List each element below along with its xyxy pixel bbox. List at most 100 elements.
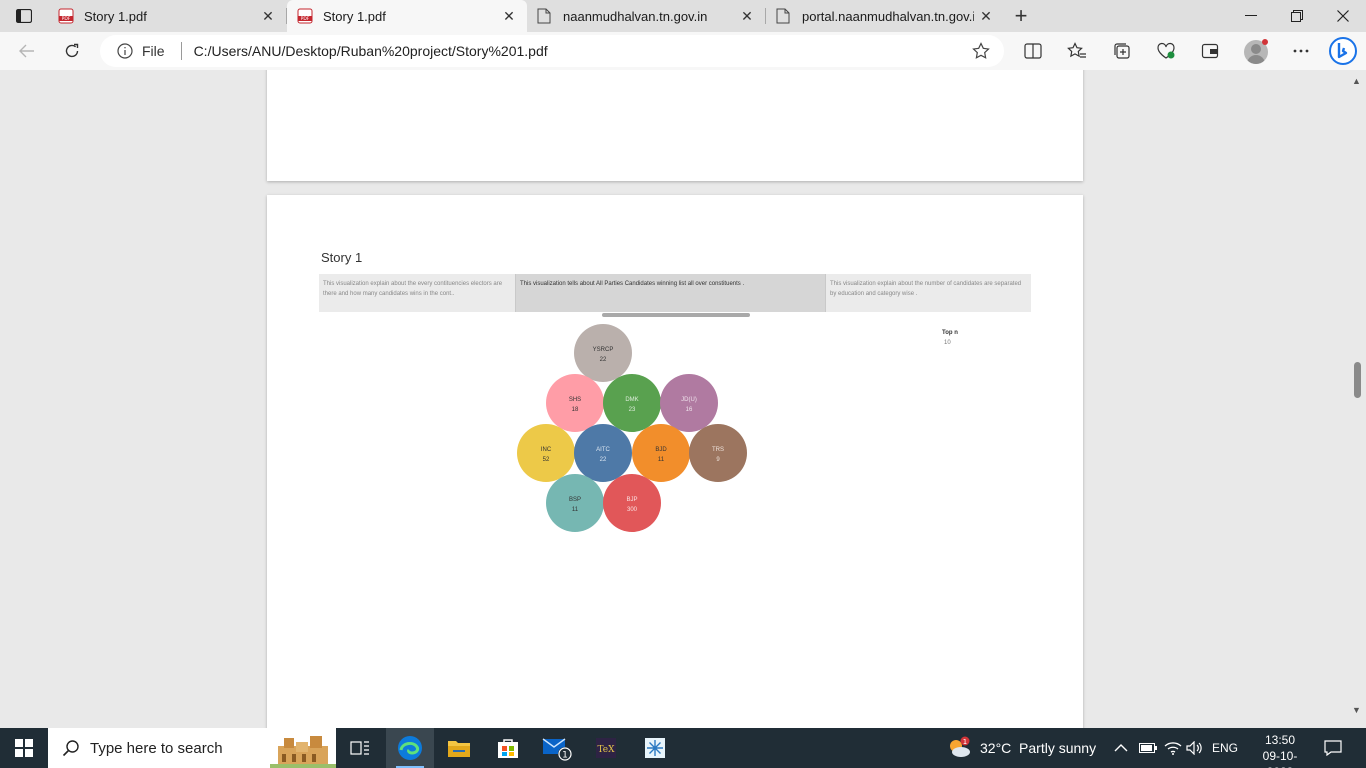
mail-icon[interactable]: 1 (533, 728, 581, 768)
tab-portal-naanmudhalvan[interactable]: portal.naanmudhalvan.tn.gov.in/ ✕ (766, 0, 1004, 32)
new-tab-button[interactable]: + (1008, 3, 1034, 28)
tab-story-1-pdf[interactable]: PDF Story 1.pdf ✕ (48, 0, 286, 32)
tab-title: Story 1.pdf (323, 8, 386, 24)
bubble-party-label: TRS (712, 447, 724, 453)
tab-naanmudhalvan[interactable]: naanmudhalvan.tn.gov.in ✕ (527, 0, 765, 32)
bubble-circle (689, 424, 747, 482)
bing-copilot-icon[interactable] (1328, 36, 1358, 66)
volume-icon[interactable] (1186, 728, 1204, 768)
minimize-button[interactable] (1228, 0, 1274, 32)
taskbar-search[interactable]: Type here to search (48, 728, 336, 768)
bubble-party-label: SHS (569, 397, 581, 403)
bubble-circle (603, 374, 661, 432)
pdf-icon: PDF (58, 8, 74, 24)
close-tab-icon[interactable]: ✕ (735, 4, 759, 28)
bubble-circle (546, 374, 604, 432)
collections-icon[interactable] (1107, 36, 1137, 66)
bubble-value-label: 16 (686, 407, 693, 413)
tab-title: naanmudhalvan.tn.gov.in (563, 8, 708, 24)
bubble-value-label: 22 (600, 357, 607, 363)
bubble-party-label: AITC (596, 447, 610, 453)
pdf-icon: PDF (297, 8, 313, 24)
battery-icon[interactable] (1139, 728, 1157, 768)
bubble-ysrcp[interactable]: YSRCP 22 (574, 324, 632, 382)
bubble-jd-u-[interactable]: JD(U) 16 (660, 374, 718, 432)
bubble-bjp[interactable]: BJP 300 (603, 474, 661, 532)
bubble-value-label: 52 (543, 457, 550, 463)
language-indicator[interactable]: ENG (1212, 728, 1238, 768)
weather-badge: 1 (963, 738, 967, 746)
close-tab-icon[interactable]: ✕ (256, 4, 280, 28)
bubble-party-label: JD(U) (681, 397, 697, 403)
party-bubble-chart: YSRCP 22 SHS 18 DMK 23 JD(U) 16 INC 52 AITC 22 BJD 11… (517, 324, 747, 532)
bubble-dmk[interactable]: DMK 23 (603, 374, 661, 432)
show-hidden-icons-icon[interactable] (1114, 728, 1128, 768)
tab-story-1-pdf-active[interactable]: PDF Story 1.pdf ✕ (287, 0, 527, 32)
bubble-value-label: 23 (629, 407, 636, 413)
restore-button[interactable] (1274, 0, 1320, 32)
scroll-thumb[interactable] (1354, 362, 1361, 398)
store-icon[interactable] (484, 728, 532, 768)
bubble-trs[interactable]: TRS9 (689, 424, 747, 482)
bubble-shs[interactable]: SHS 18 (546, 374, 604, 432)
bubble-aitc[interactable]: AITC 22 (574, 424, 632, 482)
bubble-inc[interactable]: INC 52 (517, 424, 575, 482)
tab-title: portal.naanmudhalvan.tn.gov.in/ (802, 8, 974, 24)
bubble-circle (660, 374, 718, 432)
close-tab-icon[interactable]: ✕ (497, 4, 521, 28)
file-explorer-icon[interactable] (435, 728, 483, 768)
bubble-party-label: YSRCP (593, 347, 614, 353)
weather-icon: 1 (946, 736, 972, 760)
url-text[interactable]: C:/Users/ANU/Desktop/Ruban%20project/Sto… (194, 43, 966, 59)
edge-icon[interactable] (386, 728, 434, 768)
page-icon (537, 8, 553, 24)
weather-widget[interactable]: 1 32°C Partly sunny (946, 728, 1096, 768)
scheme-label: File (142, 43, 165, 59)
wifi-icon[interactable] (1164, 728, 1182, 768)
info-icon[interactable] (116, 42, 134, 60)
tab-actions-icon[interactable] (8, 5, 40, 27)
bubble-circle (546, 474, 604, 532)
more-options-icon[interactable] (1286, 36, 1316, 66)
tex-icon[interactable]: TeX (582, 728, 630, 768)
scroll-up-arrow-icon[interactable]: ▲ (1352, 76, 1361, 86)
bubble-value-label: 22 (600, 457, 607, 463)
clock-date: 09-10-2023 (1262, 749, 1298, 768)
address-divider (180, 42, 182, 60)
bubble-value-label: 11 (572, 507, 579, 513)
pdf-viewer[interactable]: Story 1 This visualization explain about… (0, 70, 1348, 728)
browser-essentials-icon[interactable] (1151, 36, 1181, 66)
refresh-icon[interactable] (57, 36, 87, 66)
snowflake-app-icon[interactable] (631, 728, 679, 768)
bubble-value-label: 18 (572, 407, 579, 413)
bubble-bsp[interactable]: BSP 11 (546, 474, 604, 532)
windows-start-icon[interactable] (0, 728, 48, 768)
close-tab-icon[interactable]: ✕ (974, 4, 998, 28)
address-bar[interactable]: File C:/Users/ANU/Desktop/Ruban%20projec… (100, 35, 1004, 67)
windows-taskbar: Type here to search 1 TeX 1 32°C Partly … (0, 728, 1366, 768)
system-clock[interactable]: 13:50 09-10-2023 (1250, 732, 1310, 768)
task-view-icon[interactable] (336, 728, 384, 768)
profile-notification-dot (1262, 39, 1268, 45)
svg-text:PDF: PDF (301, 16, 310, 22)
favorites-icon[interactable] (1062, 36, 1092, 66)
scroll-down-arrow-icon[interactable]: ▼ (1352, 705, 1361, 715)
bubble-bjd[interactable]: BJD 11 (632, 424, 690, 482)
pdf-page: Story 1 This visualization explain about… (267, 195, 1083, 728)
tab-title: Story 1.pdf (84, 8, 147, 24)
search-highlight-illustration-icon (270, 732, 336, 768)
weather-text: 32°C Partly sunny (980, 740, 1097, 756)
bubble-value-label: 11 (658, 457, 665, 463)
back-arrow-icon[interactable] (12, 36, 42, 66)
search-icon (62, 739, 80, 757)
split-screen-icon[interactable] (1018, 36, 1048, 66)
pdf-page (267, 70, 1083, 181)
viewer-scrollbar[interactable]: ▲ ▼ (1348, 70, 1366, 728)
svg-text:TeX: TeX (597, 745, 615, 755)
notification-icon[interactable] (1318, 736, 1348, 760)
browser-toolbar: File C:/Users/ANU/Desktop/Ruban%20projec… (0, 32, 1366, 70)
search-placeholder: Type here to search (90, 739, 223, 757)
wallet-icon[interactable] (1195, 36, 1225, 66)
close-window-button[interactable] (1320, 0, 1366, 32)
favorite-star-icon[interactable] (966, 36, 996, 66)
